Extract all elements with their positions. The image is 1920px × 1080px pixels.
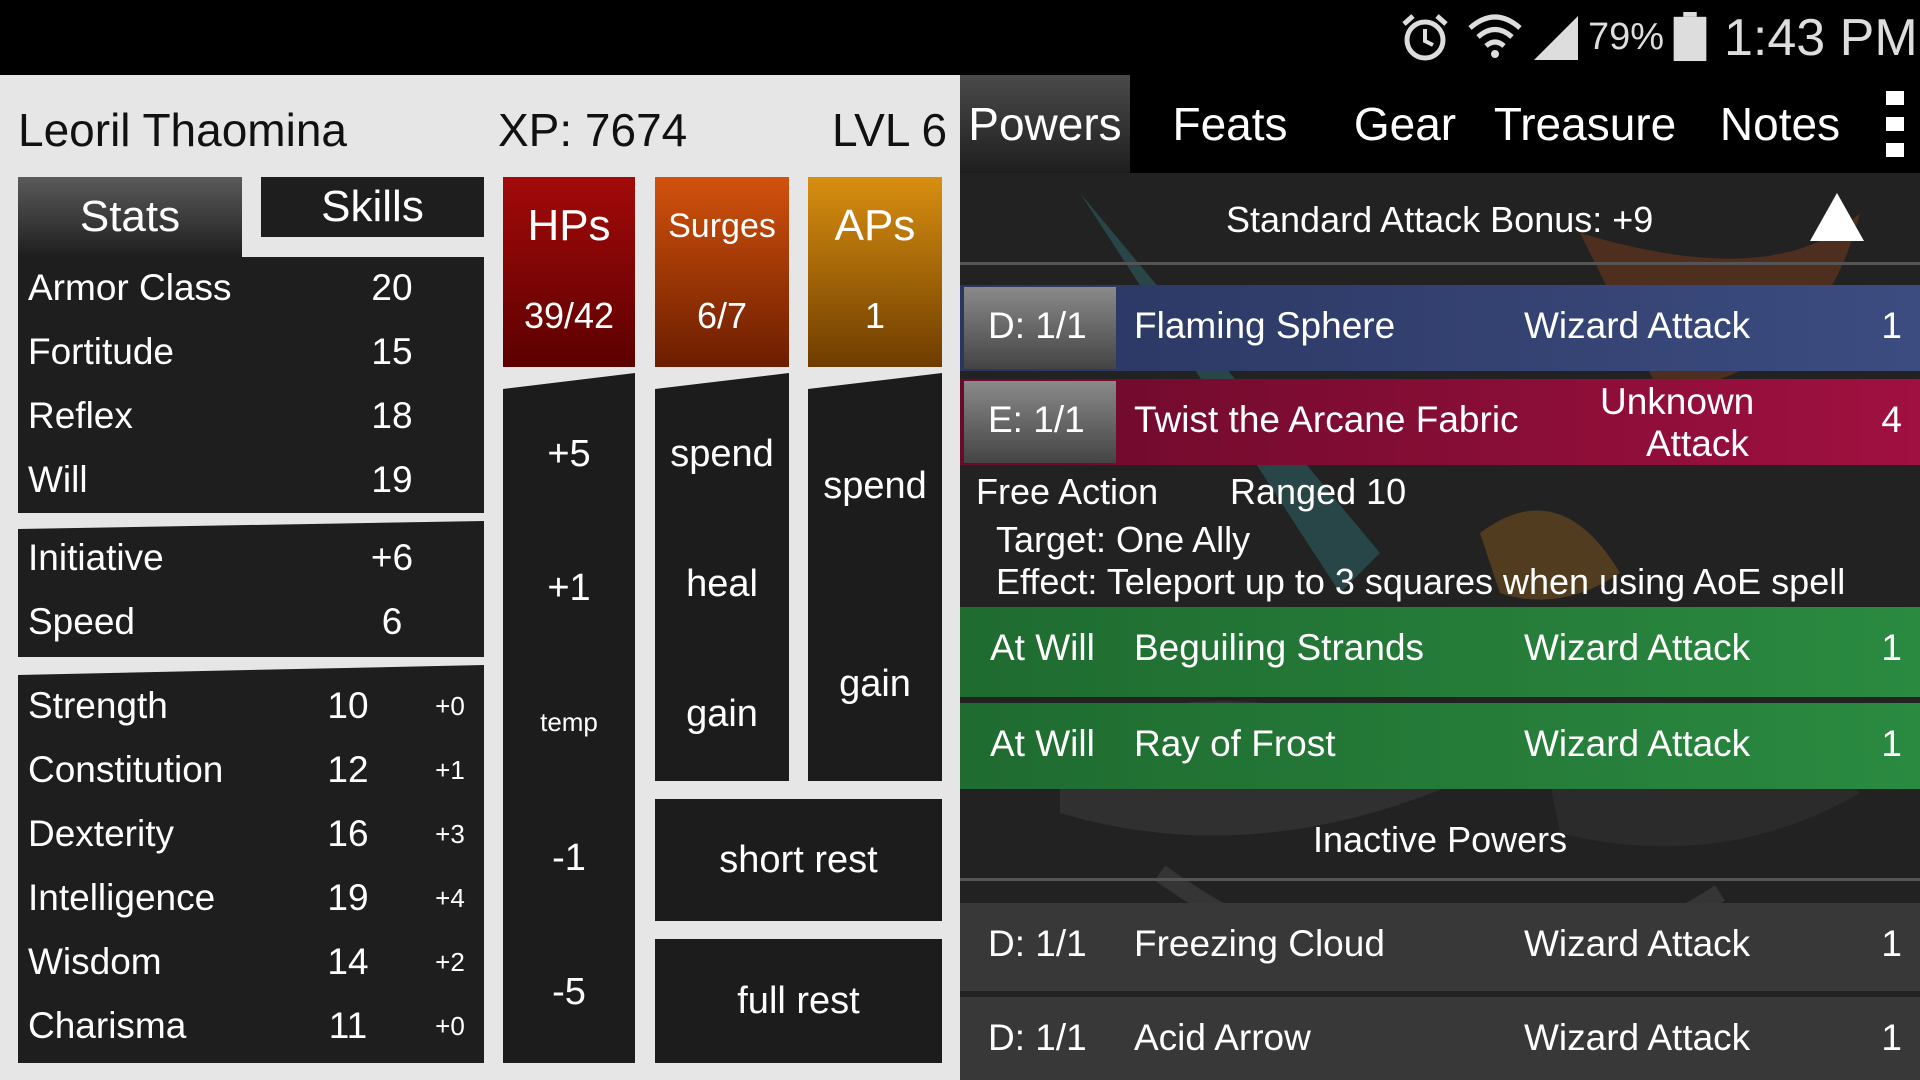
power-row-twist-the-arcane-fabric[interactable]: E: 1/1 Twist the Arcane Fabric Unknown A… [960, 379, 1920, 465]
hp-tracker[interactable]: HPs 39/42 [503, 177, 635, 367]
surge-buttons-column: spend heal gain [655, 373, 789, 781]
alarm-icon [1402, 14, 1448, 61]
ability-row-charisma[interactable]: Charisma 11 +0 [18, 995, 484, 1059]
character-name: Leoril Thaomina [18, 104, 348, 156]
collapse-arrow-icon[interactable] [1808, 191, 1866, 243]
stat-row-will[interactable]: Will 19 [18, 449, 484, 513]
attack-bonus: Standard Attack Bonus: +9 [1226, 199, 1654, 240]
power-row-acid-arrow[interactable]: D: 1/1 Acid Arrow Wizard Attack 1 [960, 997, 1920, 1080]
hp-minus-1-button[interactable]: -1 [503, 837, 635, 880]
powers-panel: Powers Feats Gear Treasure Notes Standar… [960, 75, 1920, 1080]
hp-temp-button[interactable]: temp [503, 707, 635, 738]
more-vert-icon [1886, 91, 1904, 157]
surge-gain-button[interactable]: gain [655, 693, 789, 736]
surge-heal-button[interactable]: heal [655, 563, 789, 606]
tab-notes[interactable]: Notes [1690, 75, 1870, 173]
aps-value: 1 [864, 295, 886, 336]
ability-row-intelligence[interactable]: Intelligence 19 +4 [18, 867, 484, 931]
surges-value: 6/7 [696, 295, 748, 336]
full-rest-button[interactable]: full rest [655, 939, 942, 1063]
power-row-flaming-sphere[interactable]: D: 1/1 Flaming Sphere Wizard Attack 1 [960, 285, 1920, 371]
hp-value: 39/42 [523, 295, 615, 336]
ability-row-constitution[interactable]: Constitution 12 +1 [18, 739, 484, 803]
tab-feats[interactable]: Feats [1130, 75, 1330, 173]
overflow-menu-icon[interactable] [1870, 75, 1920, 173]
stat-row-armor-class[interactable]: Armor Class 20 [18, 257, 484, 321]
battery-percent: 79% [1588, 16, 1665, 58]
aps-tracker[interactable]: APs 1 [808, 177, 942, 367]
stat-row-fortitude[interactable]: Fortitude 15 [18, 321, 484, 385]
power-details: Free Action Ranged 10 Target: One Ally E… [960, 465, 1920, 609]
power-effect: Effect: Teleport up to 3 squares when us… [996, 561, 1846, 602]
abilities-block: Strength 10 +0 Constitution 12 +1 Dexterity 1… [18, 665, 484, 1063]
tab-treasure[interactable]: Treasure [1480, 75, 1690, 173]
power-row-beguiling-strands[interactable]: At Will Beguiling Strands Wizard Attack … [960, 607, 1920, 697]
ap-spend-button[interactable]: spend [808, 465, 942, 508]
short-rest-button[interactable]: short rest [655, 799, 942, 921]
movement-block: Initiative +6 Speed 6 [18, 521, 484, 657]
ap-buttons-column: spend gain [808, 373, 942, 781]
wifi-icon [1468, 14, 1522, 58]
hp-plus-1-button[interactable]: +1 [503, 567, 635, 610]
ap-gain-button[interactable]: gain [808, 663, 942, 706]
surge-spend-button[interactable]: spend [655, 433, 789, 476]
ability-row-wisdom[interactable]: Wisdom 14 +2 [18, 931, 484, 995]
ability-row-strength[interactable]: Strength 10 +0 [18, 675, 484, 739]
power-action: Free Action [976, 471, 1159, 512]
battery-icon [1673, 12, 1707, 62]
tab-gear[interactable]: Gear [1330, 75, 1480, 173]
stat-row-initiative[interactable]: Initiative +6 [18, 527, 484, 591]
power-row-freezing-cloud[interactable]: D: 1/1 Freezing Cloud Wizard Attack 1 [960, 903, 1920, 991]
surges-tracker[interactable]: Surges 6/7 [655, 177, 789, 367]
tab-powers[interactable]: Powers [960, 75, 1130, 173]
hp-plus-5-button[interactable]: +5 [503, 433, 635, 476]
power-row-ray-of-frost[interactable]: At Will Ray of Frost Wizard Attack 1 [960, 703, 1920, 789]
inactive-powers-header[interactable]: Inactive Powers [960, 805, 1920, 881]
aps-label: APs [834, 201, 916, 250]
defenses-block: Armor Class 20 Fortitude 15 Reflex 18 Will 1… [18, 257, 484, 513]
power-target: Target: One Ally [996, 519, 1251, 560]
xp-display: XP: 7674 [498, 104, 688, 156]
signal-icon [1534, 16, 1578, 60]
ability-row-dexterity[interactable]: Dexterity 16 +3 [18, 803, 484, 867]
power-range: Ranged 10 [1230, 471, 1407, 512]
hp-minus-5-button[interactable]: -5 [503, 971, 635, 1014]
status-bar: 79% 1:43 PM [0, 0, 1920, 75]
tab-stats[interactable]: Stats [18, 177, 242, 257]
surges-label: Surges [668, 207, 776, 245]
attack-bonus-bar: Standard Attack Bonus: +9 [960, 173, 1920, 265]
tab-skills[interactable]: Skills [261, 177, 484, 237]
level-display: LVL 6 [832, 104, 948, 156]
stat-row-speed[interactable]: Speed 6 [18, 591, 484, 655]
hp-buttons-column: +5 +1 temp -1 -5 [503, 373, 635, 1063]
clock: 1:43 PM [1724, 9, 1918, 67]
stat-row-reflex[interactable]: Reflex 18 [18, 385, 484, 449]
character-panel: Leoril Thaomina XP: 7674 LVL 6 Stats Ski… [0, 75, 960, 1080]
hp-label: HPs [527, 201, 611, 250]
